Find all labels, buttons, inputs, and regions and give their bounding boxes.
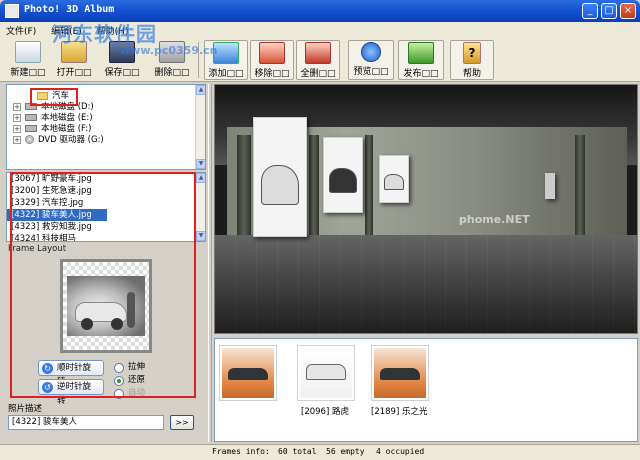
frame-preview — [60, 259, 152, 353]
preview-button[interactable]: 预览□□ — [348, 40, 394, 80]
strip-thumbnail[interactable] — [371, 345, 429, 401]
file-item[interactable]: [4323] 救穷知我.jpg — [7, 221, 205, 233]
drive-icon — [25, 103, 37, 110]
status-occupied: 4 occupied — [376, 447, 425, 456]
folder-icon — [37, 91, 48, 100]
scroll-down-icon[interactable]: ▼ — [196, 159, 205, 169]
help-button[interactable]: ? 帮助 — [450, 40, 494, 80]
app-icon — [5, 4, 19, 18]
scroll-down-icon[interactable]: ▼ — [196, 231, 205, 241]
tree-scrollbar[interactable]: ▲ ▼ — [195, 85, 205, 169]
expand-icon[interactable]: + — [13, 136, 21, 144]
radio-restore[interactable]: 还原 — [114, 375, 145, 386]
radio-auto[interactable]: 自动 — [114, 388, 145, 399]
remove-button[interactable]: 移除□□ — [250, 40, 294, 80]
tree-item-d[interactable]: + 本地磁盘 (D:) — [7, 102, 205, 113]
description-label: 照片描述 — [8, 404, 43, 414]
drive-icon — [25, 125, 37, 132]
status-empty: 56 empty — [326, 447, 365, 456]
maximize-button[interactable]: □ — [601, 3, 617, 19]
expand-icon[interactable]: + — [13, 103, 21, 111]
rotate-icon: ↺ — [42, 382, 53, 393]
radio-stretch[interactable]: 拉伸 — [114, 362, 145, 373]
watermark-url: www.pc0359.cn — [120, 44, 218, 57]
tree-item-g[interactable]: + DVD 驱动器 (G:) — [7, 135, 205, 146]
watermark-brand: 河东软件园 — [52, 22, 157, 46]
status-total: 60 total — [278, 447, 317, 456]
strip-thumbnail[interactable] — [219, 345, 277, 401]
file-list[interactable]: [3067] 旷野豪车.jpg [3200] 生死急速.jpg [3329] 汽… — [6, 172, 206, 242]
status-frames-info: Frames info: — [212, 447, 270, 456]
file-list-scrollbar[interactable]: ▲ ▼ — [195, 173, 205, 241]
minimize-button[interactable]: _ — [582, 3, 598, 19]
expand-icon[interactable]: + — [13, 114, 21, 122]
3d-gallery-view[interactable]: phome.NET — [214, 84, 638, 334]
description-apply-button[interactable]: >> — [170, 415, 194, 430]
window-title: Photo! 3D Album — [24, 4, 115, 15]
pillar — [237, 135, 251, 241]
pillar — [365, 135, 373, 241]
pillar — [309, 135, 319, 241]
frame-strip[interactable]: [2096] 路虎 [2189] 乐之光 — [214, 338, 638, 442]
strip-thumbnail[interactable] — [297, 345, 355, 401]
expand-icon[interactable]: + — [13, 125, 21, 133]
panel-splitter[interactable] — [208, 84, 212, 442]
pillar — [575, 135, 585, 241]
publish-button[interactable]: 发布□□ — [398, 40, 444, 80]
close-button[interactable]: × — [620, 3, 636, 19]
new-button[interactable]: 新建□□ — [8, 40, 48, 80]
tree-item-car[interactable]: 汽车 — [7, 91, 205, 102]
overlay-text: phome.NET — [459, 213, 530, 226]
gallery-photo[interactable] — [323, 137, 363, 213]
rotate-icon: ↻ — [42, 363, 53, 374]
drive-icon — [25, 114, 37, 121]
scroll-up-icon[interactable]: ▲ — [196, 173, 205, 183]
strip-caption: [2189] 乐之光 — [371, 407, 428, 417]
file-item[interactable]: [3067] 旷野豪车.jpg — [7, 173, 205, 185]
menu-file[interactable]: 文件(F) — [0, 22, 42, 39]
status-bar: Frames info: 60 total 56 empty 4 occupie… — [0, 444, 640, 460]
cd-drive-icon — [25, 135, 34, 144]
gallery-photo[interactable] — [253, 117, 307, 237]
rotate-clockwise-button[interactable]: ↻顺时针旋转 — [38, 360, 104, 387]
remove-all-button[interactable]: 全删□□ — [296, 40, 340, 80]
description-input[interactable]: [4322] 骏车美人 — [8, 415, 164, 430]
gallery-photo[interactable] — [545, 173, 555, 199]
frame-layout-label: Frame Layout — [8, 244, 67, 254]
tree-item-f[interactable]: + 本地磁盘 (F:) — [7, 124, 205, 135]
tree-item-e[interactable]: + 本地磁盘 (E:) — [7, 113, 205, 124]
file-item[interactable]: [3200] 生死急速.jpg — [7, 185, 205, 197]
gallery-photo[interactable] — [379, 155, 409, 203]
file-item[interactable]: [4324] 科技相马 — [7, 233, 205, 241]
file-item-selected[interactable]: [4322] 骏车美人.jpg — [7, 209, 107, 221]
folder-tree[interactable]: 汽车 + 本地磁盘 (D:) + 本地磁盘 (E:) + 本地磁盘 (F:) +… — [6, 84, 206, 170]
strip-caption: [2096] 路虎 — [301, 407, 349, 417]
preview-photo — [67, 276, 145, 336]
rotate-counterclockwise-button[interactable]: ↺ 逆时针旋转 — [38, 379, 104, 406]
scroll-up-icon[interactable]: ▲ — [196, 85, 205, 95]
file-item[interactable]: [3329] 汽车控.jpg — [7, 197, 205, 209]
